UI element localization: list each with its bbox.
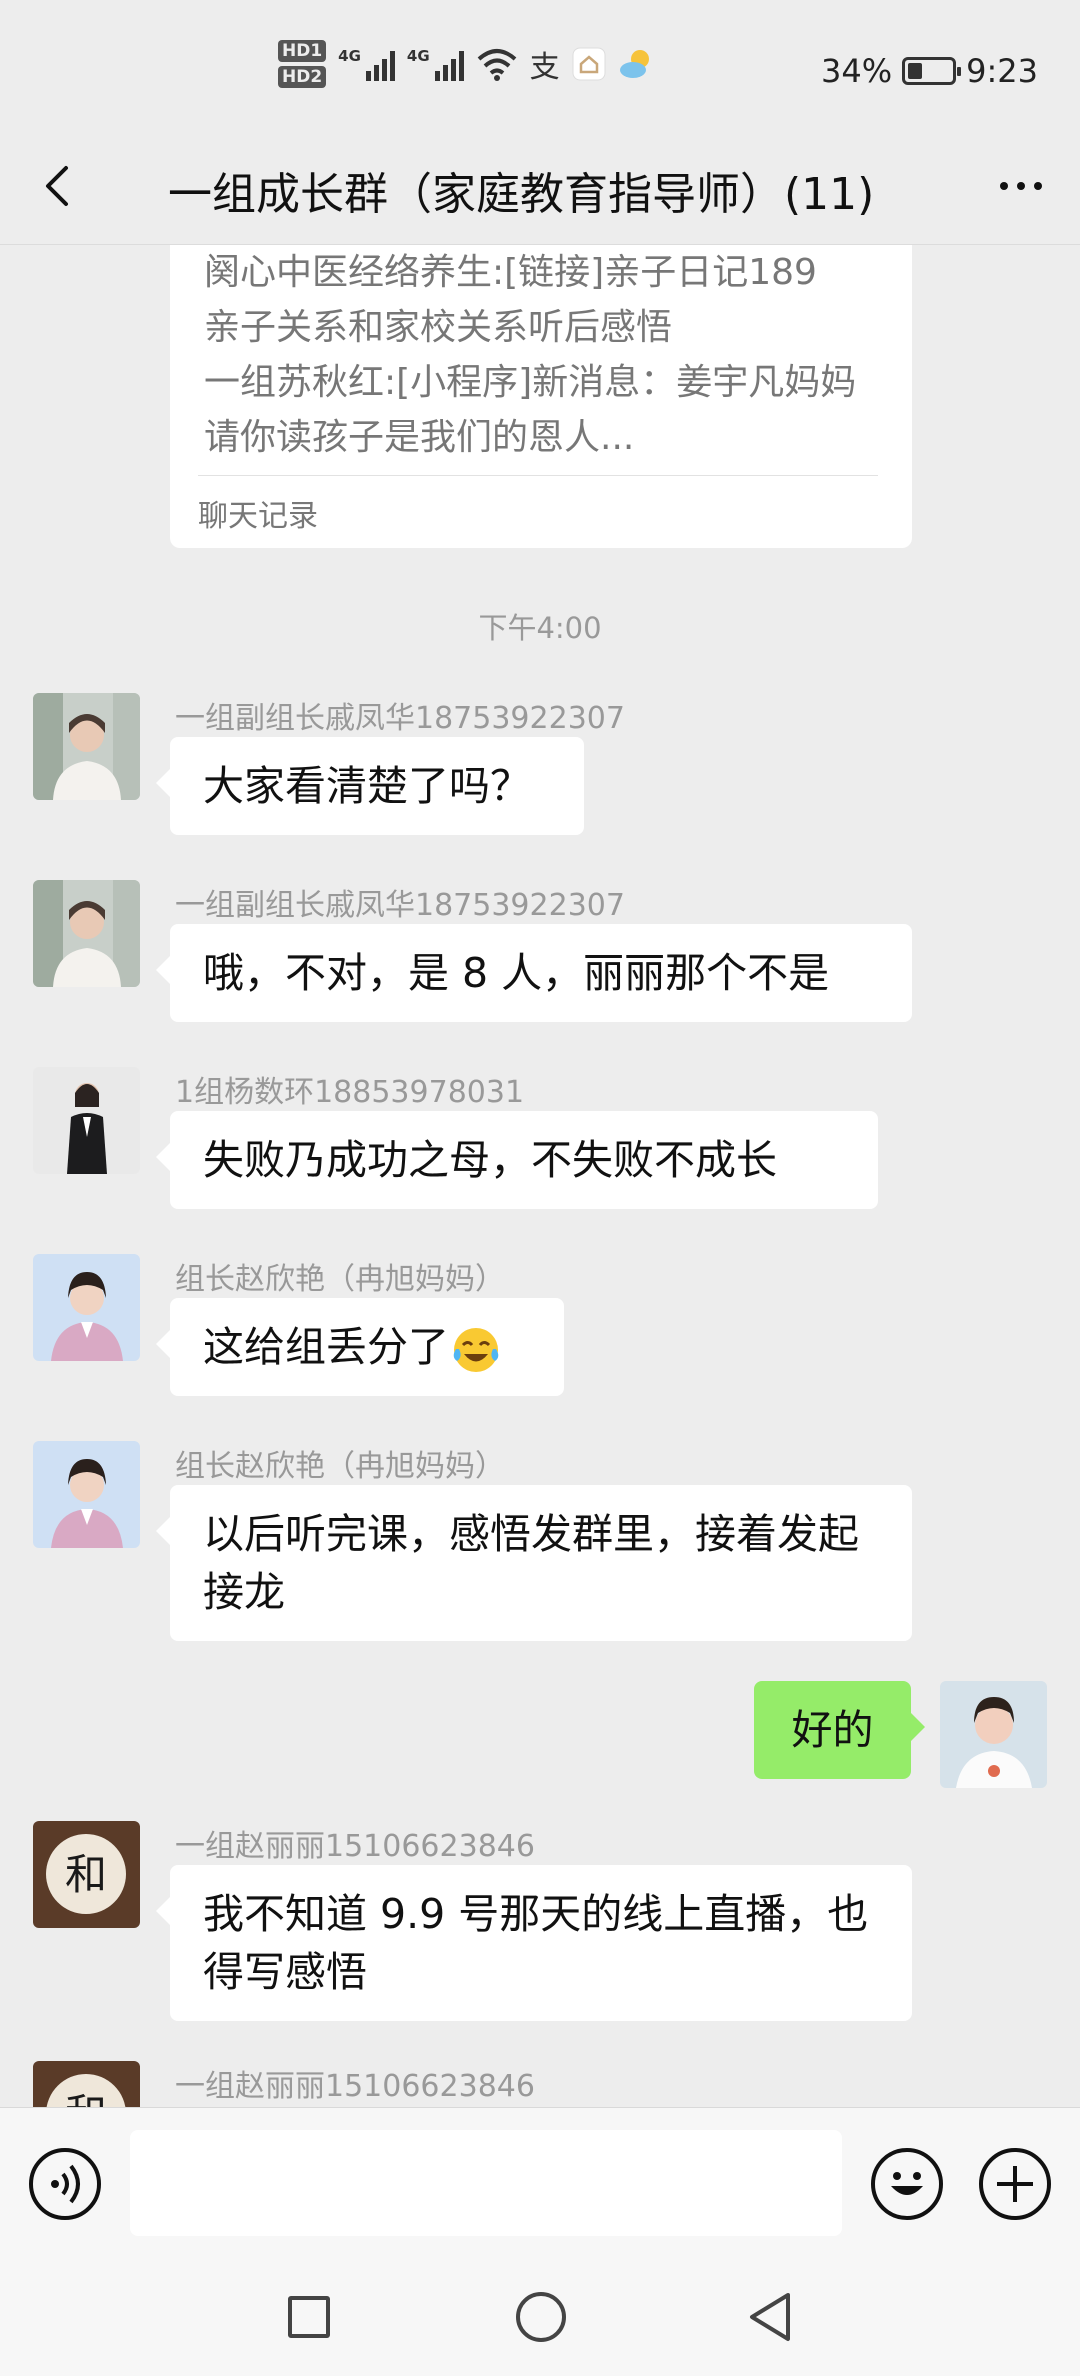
my-avatar[interactable] xyxy=(940,1681,1047,1788)
emoji-icon xyxy=(891,2172,923,2195)
status-bar: HD1 HD2 4G 4G 支 34% 9:23 xyxy=(0,0,1080,130)
sender-name: 一组赵丽丽15106623846 xyxy=(175,1829,535,1864)
avatar[interactable] xyxy=(33,693,140,800)
network-type-label-2: 4G xyxy=(406,47,430,65)
card-line: 阕心中医经络养生:[链接]亲子日记189 xyxy=(204,252,817,293)
avatar[interactable]: 和 xyxy=(33,1821,140,1928)
add-icon xyxy=(997,2166,1033,2202)
avatar[interactable] xyxy=(33,1067,140,1174)
back-button[interactable] xyxy=(30,156,90,216)
battery-percent: 34% xyxy=(821,52,893,90)
sender-name: 1组杨数环18853978031 xyxy=(175,1075,525,1110)
avatar[interactable]: 和 xyxy=(33,2061,140,2107)
message-text: 这给组丢分了 xyxy=(203,1323,449,1371)
hd-indicator: HD1 HD2 xyxy=(278,40,327,88)
sender-name: 一组赵丽丽15106623846 xyxy=(175,2069,535,2104)
message-input[interactable] xyxy=(130,2130,842,2236)
message-bubble[interactable]: 哦，不对，是 8 人，丽丽那个不是 xyxy=(156,924,912,1022)
chevron-left-icon xyxy=(46,166,68,206)
avatar[interactable] xyxy=(33,1441,140,1548)
emoji-button[interactable] xyxy=(871,2148,943,2220)
recent-apps-icon[interactable] xyxy=(288,2296,330,2338)
sender-name: 一组副组长戚凤华18753922307 xyxy=(175,888,625,923)
more-button[interactable] xyxy=(986,156,1056,216)
message-bubble[interactable]: 大家看清楚了吗？ xyxy=(156,737,584,835)
sender-name: 一组副组长戚凤华18753922307 xyxy=(175,701,625,736)
crying-laughing-emoji-icon xyxy=(453,1328,499,1372)
status-right: 34% 9:23 xyxy=(821,52,1038,90)
add-button[interactable] xyxy=(979,2148,1051,2220)
forwarded-chat-record-card[interactable]: 阕心中医经络养生:[链接]亲子日记189 亲子关系和家校关系听后感悟 一组苏秋红… xyxy=(170,245,912,548)
signal-icon: 4G xyxy=(338,47,395,81)
chat-input-bar xyxy=(0,2107,1080,2260)
wifi-icon xyxy=(477,49,516,81)
voice-icon xyxy=(51,2164,80,2204)
svg-text:和: 和 xyxy=(65,1850,107,1899)
message-bubble[interactable]: 这给组丢分了 xyxy=(156,1298,564,1396)
network-type-label: 4G xyxy=(338,47,361,65)
avatar[interactable] xyxy=(33,880,140,987)
card-line: 请你读孩子是我们的恩人... xyxy=(204,417,635,458)
status-icons: HD1 HD2 4G 4G 支 xyxy=(278,40,654,88)
more-dots-icon xyxy=(1000,182,1008,190)
voice-button[interactable] xyxy=(29,2148,101,2220)
hd2-badge: HD2 xyxy=(278,66,327,88)
card-line: 亲子关系和家校关系听后感悟 xyxy=(204,307,673,348)
card-divider xyxy=(198,475,878,476)
card-line: 一组苏秋红:[小程序]新消息：姜宇凡妈妈 xyxy=(204,362,857,403)
svg-text:和: 和 xyxy=(65,2090,107,2107)
alipay-icon: 支 xyxy=(529,50,560,85)
message-bubble[interactable]: 我不知道 9.9 号那天的线上直播，也得写感悟 xyxy=(156,1865,912,2021)
message-bubble[interactable]: 失败乃成功之母，不失败不成长 xyxy=(156,1111,878,1209)
hd1-badge: HD1 xyxy=(278,40,327,62)
card-footer-label: 聊天记录 xyxy=(198,499,318,534)
home-app-icon xyxy=(572,47,606,81)
avatar[interactable] xyxy=(33,1254,140,1361)
message-bubble[interactable]: 以后听完课，感悟发群里，接着发起接龙 xyxy=(156,1485,912,1641)
back-triangle-icon[interactable] xyxy=(744,2290,794,2344)
weather-icon xyxy=(619,50,649,78)
chat-header: 一组成长群（家庭教育指导师）(11) xyxy=(0,130,1080,245)
message-list[interactable]: 阕心中医经络养生:[链接]亲子日记189 亲子关系和家校关系听后感悟 一组苏秋红… xyxy=(0,245,1080,2107)
clock: 9:23 xyxy=(966,52,1038,90)
system-nav-bar xyxy=(0,2260,1080,2376)
sender-name: 组长赵欣艳（冉旭妈妈） xyxy=(175,1449,505,1484)
card-content: 阕心中医经络养生:[链接]亲子日记189 亲子关系和家校关系听后感悟 一组苏秋红… xyxy=(204,245,884,465)
chat-title: 一组成长群（家庭教育指导师）(11) xyxy=(168,169,875,220)
battery-icon xyxy=(902,57,962,85)
sender-name: 组长赵欣艳（冉旭妈妈） xyxy=(175,1262,505,1297)
message-bubble-outgoing[interactable]: 好的 xyxy=(754,1681,925,1779)
signal-icon-2: 4G xyxy=(407,47,464,81)
home-icon[interactable] xyxy=(516,2292,566,2342)
timestamp: 下午4:00 xyxy=(478,611,602,645)
